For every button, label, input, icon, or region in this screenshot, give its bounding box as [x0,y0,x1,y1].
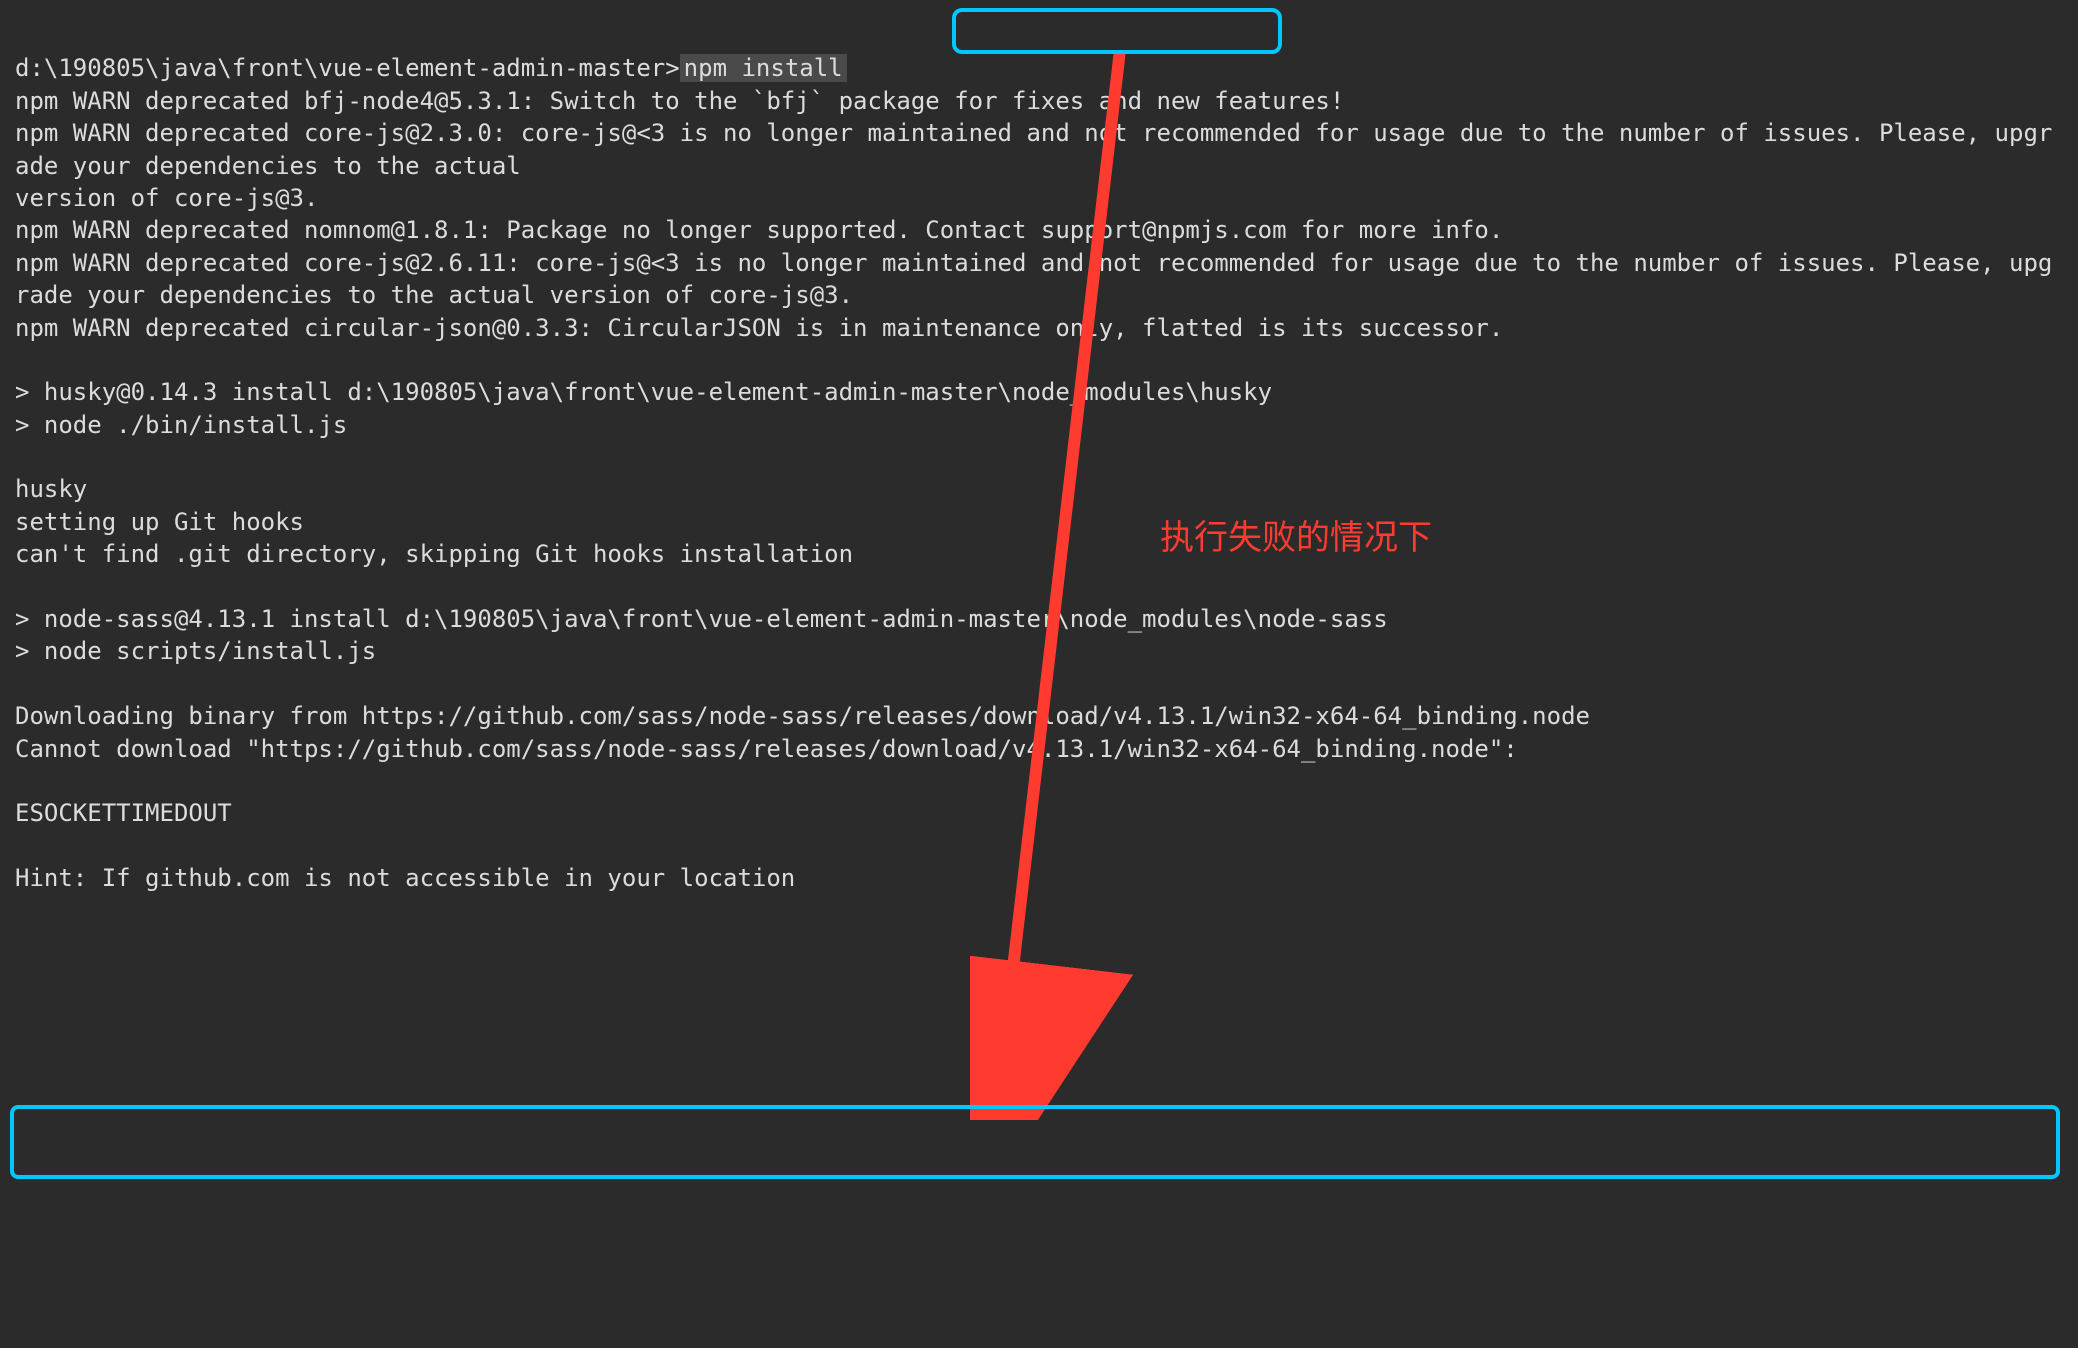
output-line: npm WARN deprecated core-js@2.3.0: core-… [15,117,2063,182]
output-line: > husky@0.14.3 install d:\190805\java\fr… [15,376,2063,408]
output-line [15,830,2063,862]
output-line [15,765,2063,797]
output-line: setting up Git hooks [15,506,2063,538]
prompt-line: d:\190805\java\front\vue-element-admin-m… [15,52,2063,84]
output-line [15,344,2063,376]
annotation-label: 执行失败的情况下 [1160,516,1432,562]
output-line [15,441,2063,473]
output-line: ESOCKETTIMEDOUT [15,797,2063,829]
output-line: Hint: If github.com is not accessible in… [15,862,2063,894]
output-line: npm WARN deprecated circular-json@0.3.3:… [15,312,2063,344]
output-line: Downloading binary from https://github.c… [15,700,2063,732]
output-line: npm WARN deprecated bfj-node4@5.3.1: Swi… [15,85,2063,117]
error-highlight-box [10,1105,2060,1179]
output-line: husky [15,473,2063,505]
output-line: npm WARN deprecated nomnom@1.8.1: Packag… [15,214,2063,246]
terminal-output[interactable]: d:\190805\java\front\vue-element-admin-m… [15,20,2063,927]
output-line: > node scripts/install.js [15,635,2063,667]
command-text: npm install [680,54,847,82]
output-line: can't find .git directory, skipping Git … [15,538,2063,570]
command-highlight-box [952,8,1282,54]
output-line: version of core-js@3. [15,182,2063,214]
output-line: npm WARN deprecated core-js@2.6.11: core… [15,247,2063,312]
output-line: Cannot download "https://github.com/sass… [15,733,2063,765]
output-line: > node-sass@4.13.1 install d:\190805\jav… [15,603,2063,635]
prompt-path: d:\190805\java\front\vue-element-admin-m… [15,54,680,82]
output-line [15,668,2063,700]
output-line [15,571,2063,603]
output-line: > node ./bin/install.js [15,409,2063,441]
